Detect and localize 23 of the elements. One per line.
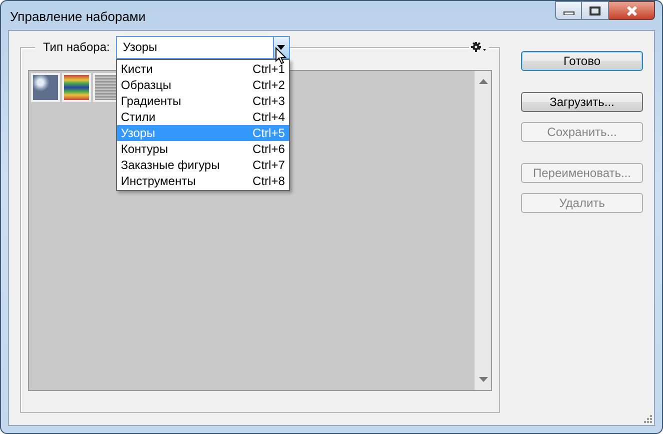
menu-item[interactable]: Кисти Ctrl+1 <box>116 60 289 76</box>
scroll-up-icon[interactable] <box>478 79 488 84</box>
maximize-button[interactable] <box>582 1 609 20</box>
close-icon <box>624 4 638 16</box>
resize-grip-icon <box>644 415 652 423</box>
close-button[interactable] <box>609 1 655 20</box>
scrollbar[interactable] <box>474 71 491 390</box>
maximize-icon <box>589 6 601 16</box>
pattern-thumbnail[interactable] <box>62 73 91 102</box>
scroll-down-icon[interactable] <box>478 377 488 382</box>
window-title: Управление наборами <box>10 9 146 24</box>
menu-item[interactable]: Контуры Ctrl+6 <box>116 140 289 156</box>
pattern-thumbnail[interactable] <box>31 73 60 102</box>
menu-item[interactable]: Образцы Ctrl+2 <box>116 76 289 92</box>
dialog-button[interactable]: Загрузить... <box>521 92 643 112</box>
preset-type-dropdown[interactable]: Узоры <box>116 36 290 58</box>
menu-item[interactable]: Стили Ctrl+4 <box>116 108 289 124</box>
preset-type-label: Тип набора: <box>35 40 116 54</box>
dialog-button[interactable]: Готово <box>521 51 643 71</box>
menu-item[interactable]: Заказные фигуры Ctrl+7 <box>116 156 289 172</box>
minimize-button[interactable] <box>555 1 582 20</box>
menu-item[interactable]: Градиенты Ctrl+3 <box>116 92 289 108</box>
menu-item[interactable]: Инструменты Ctrl+8 <box>116 172 289 188</box>
